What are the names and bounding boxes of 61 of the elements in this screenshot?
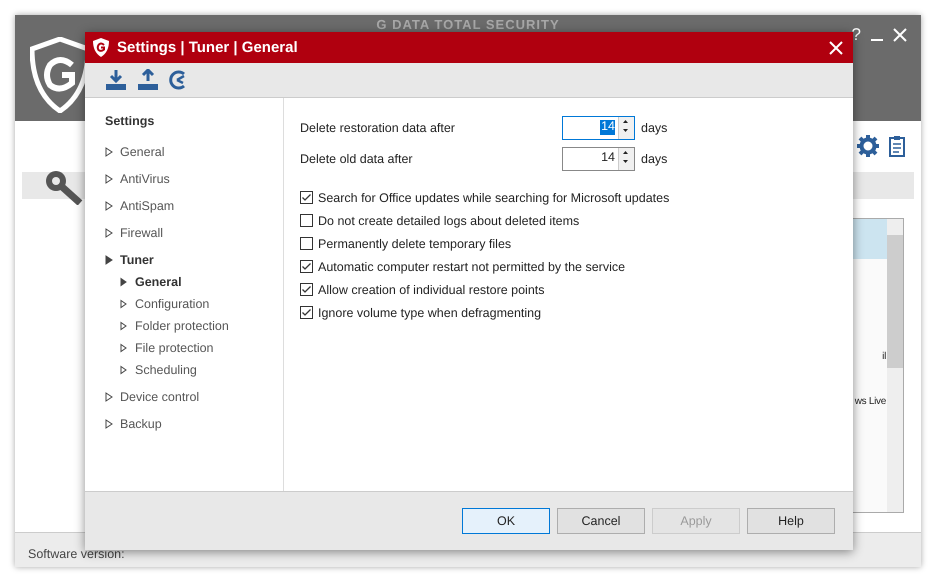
close-icon[interactable] [893,28,907,42]
field-label: Delete old data after [300,152,414,166]
list-item[interactable]: il [882,351,886,362]
caret-icon[interactable] [105,228,113,238]
nav-item[interactable]: Backup [105,410,283,437]
nav-item[interactable]: AntiVirus [105,165,283,192]
clipboard-icon[interactable] [889,134,905,156]
nav-item[interactable]: AntiSpam [105,192,283,219]
settings-icon[interactable] [857,134,879,156]
checkbox-label: Automatic computer restart not permitted by the service [318,260,626,274]
caret-icon[interactable] [105,418,113,428]
dialog-button[interactable]: Cancel [557,508,645,534]
checkbox[interactable] [300,214,313,227]
checkbox[interactable] [300,283,313,296]
checkbox[interactable] [300,237,313,250]
checkbox-label: Ignore volume type when defragmenting [318,306,542,320]
scrollbar[interactable] [887,219,903,512]
checkbox[interactable] [300,191,313,204]
field-label: Delete restoration data after [300,120,456,134]
checkbox-label: Permanently delete temporary files [318,236,512,250]
nav-item[interactable]: Configuration [105,293,283,315]
status-text: Software version: [28,547,125,561]
list-row-highlight [852,219,887,259]
caret-icon[interactable] [105,392,113,402]
help-button[interactable]: ? [852,25,861,45]
caret-icon[interactable] [120,277,128,287]
number-field[interactable]: 14 [562,146,635,170]
caret-icon[interactable] [105,200,113,210]
checkbox-label: Allow creation of individual restore points [318,282,545,296]
nav-heading: Settings [105,114,156,128]
nav-item[interactable]: Scheduling [105,359,283,381]
nav-item[interactable]: Firewall [105,219,283,246]
shield-logo-icon [93,38,109,57]
download-icon[interactable] [105,69,127,91]
dialog-button[interactable]: OK [462,508,550,534]
nav-item[interactable]: File protection [105,337,283,359]
caret-icon[interactable] [105,146,113,156]
unit-label: days [641,120,668,134]
dialog-button[interactable]: Help [747,508,835,534]
close-icon[interactable] [829,40,843,54]
dialog-title: Settings | Tuner | General [117,39,298,56]
caret-icon[interactable] [120,365,128,375]
nav-item[interactable]: General [105,138,283,165]
window-title: G DATA TOTAL SECURITY [376,17,560,32]
list-item[interactable]: ws Live [854,396,886,407]
number-field[interactable]: 14 [562,116,635,140]
checkbox-label: Do not create detailed logs about deleted items [318,214,580,228]
nav-item[interactable]: Tuner [105,246,283,273]
caret-icon[interactable] [120,299,128,309]
nav-item[interactable]: General [105,271,283,293]
checkbox[interactable] [300,260,313,273]
caret-icon[interactable] [105,254,113,264]
caret-icon[interactable] [105,174,113,184]
upload-icon[interactable] [137,69,159,91]
unit-label: days [641,152,668,166]
nav-item[interactable]: Folder protection [105,315,283,337]
nav-item[interactable]: Device control [105,383,283,410]
checkbox[interactable] [300,306,313,319]
caret-icon[interactable] [120,343,128,353]
checkbox-label: Search for Office updates while searching for Microsoft updates [318,190,670,204]
caret-icon[interactable] [120,321,128,331]
